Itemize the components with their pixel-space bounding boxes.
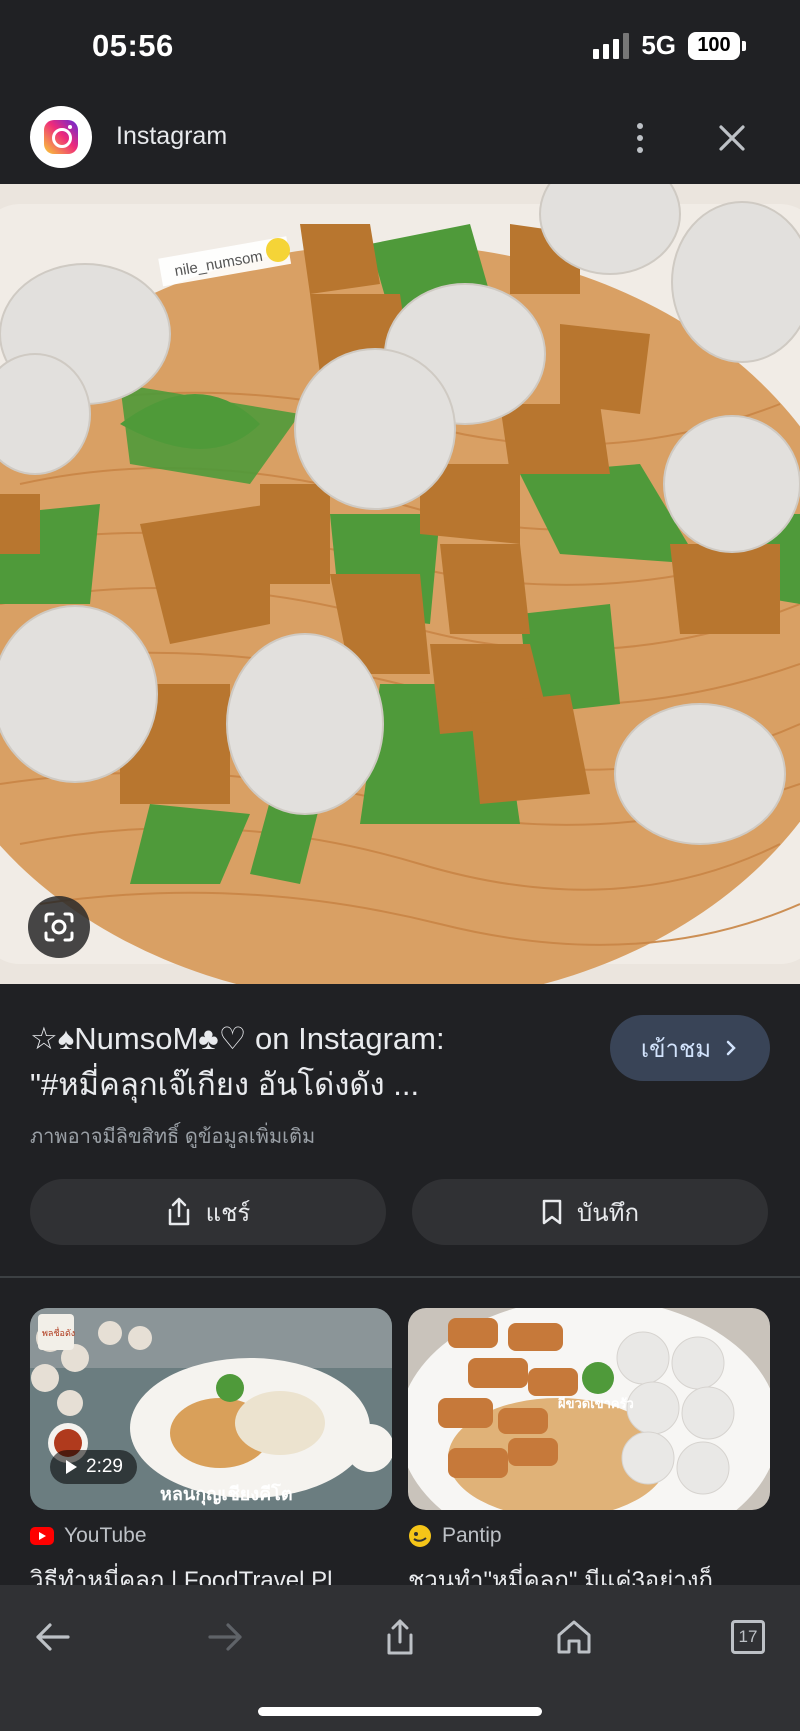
result-title-line2: "#หมี่คลุกเจ๊เกียง อันโด่งดัง ... [30, 1067, 420, 1102]
home-indicator[interactable] [258, 1707, 542, 1716]
home-button[interactable] [546, 1609, 602, 1665]
status-indicators: 5G 100 [593, 30, 746, 61]
more-options-icon[interactable] [620, 116, 660, 160]
result-title[interactable]: ☆♠NumsoM♣♡ on Instagram: "#หมี่คลุกเจ๊เก… [30, 1016, 550, 1108]
network-label: 5G [641, 30, 676, 60]
back-arrow-icon [36, 1623, 70, 1651]
related-card[interactable]: พลชื่อดัง หลนกุญเชียงคีโต 2:29 YouTube ว… [30, 1308, 392, 1599]
share-button[interactable]: แชร์ [30, 1179, 386, 1245]
duration-label: 2:29 [86, 1456, 123, 1477]
battery-icon: 100 [688, 31, 746, 60]
related-thumbnail[interactable]: ผีขวดเขาครัว [408, 1308, 770, 1510]
youtube-icon [30, 1527, 54, 1545]
pantip-icon [409, 1525, 431, 1547]
video-duration: 2:29 [50, 1450, 137, 1484]
forward-button[interactable] [198, 1609, 254, 1665]
bottom-nav-bar: 17 [0, 1585, 800, 1731]
copyright-notice[interactable]: ภาพอาจมีลิขสิทธิ์ ดูข้อมูลเพิ่มเติม [30, 1120, 315, 1152]
hero-image[interactable]: nile_numsom [0, 184, 800, 984]
share-page-button[interactable] [372, 1609, 428, 1665]
share-icon [387, 1619, 413, 1655]
related-thumbnail[interactable]: พลชื่อดัง หลนกุญเชียงคีโต 2:29 [30, 1308, 392, 1510]
bookmark-icon [542, 1199, 562, 1225]
chevron-right-icon [726, 1040, 736, 1056]
header-title: Instagram [116, 122, 228, 150]
close-icon[interactable] [708, 114, 756, 162]
battery-level: 100 [697, 34, 731, 56]
tab-count: 17 [738, 1627, 758, 1646]
lens-icon [44, 912, 74, 942]
source-label: YouTube [64, 1524, 147, 1547]
share-label: แชร์ [205, 1199, 251, 1227]
status-time: 05:56 [92, 28, 174, 63]
svg-text:ผีขวดเขาครัว: ผีขวดเขาครัว [558, 1396, 634, 1411]
play-icon [66, 1460, 77, 1474]
save-label: บันทึก [577, 1199, 639, 1227]
home-icon [557, 1620, 591, 1654]
svg-text:พลชื่อดัง: พลชื่อดัง [42, 1326, 75, 1338]
forward-arrow-icon [208, 1623, 242, 1651]
thumbnail-image: ผีขวดเขาครัว [408, 1308, 770, 1510]
instagram-logo-icon[interactable] [30, 106, 92, 168]
source-label: Pantip [442, 1524, 502, 1547]
noodle-dish-image: nile_numsom [0, 184, 800, 984]
visit-button[interactable]: เข้าชม [610, 1015, 770, 1081]
app-header: Instagram [0, 96, 800, 184]
card-source: Pantip [408, 1524, 770, 1548]
section-divider [0, 1276, 800, 1278]
status-bar: 05:56 5G 100 [0, 0, 800, 96]
visit-label: เข้าชม [640, 1035, 712, 1063]
share-icon [168, 1197, 189, 1226]
svg-text:หลนกุญเชียงคีโต: หลนกุญเชียงคีโต [160, 1483, 293, 1506]
result-title-line1: ☆♠NumsoM♣♡ on Instagram: [30, 1021, 445, 1056]
tab-count-icon: 17 [731, 1620, 765, 1654]
save-button[interactable]: บันทึก [412, 1179, 768, 1245]
tabs-button[interactable]: 17 [720, 1609, 776, 1665]
back-button[interactable] [24, 1609, 80, 1665]
card-source: YouTube [30, 1524, 392, 1548]
related-card[interactable]: ผีขวดเขาครัว Pantip ชวนทำ"หมี่คลุก" มีแค… [408, 1308, 770, 1599]
lens-search-button[interactable] [28, 896, 90, 958]
signal-icon [593, 32, 630, 59]
